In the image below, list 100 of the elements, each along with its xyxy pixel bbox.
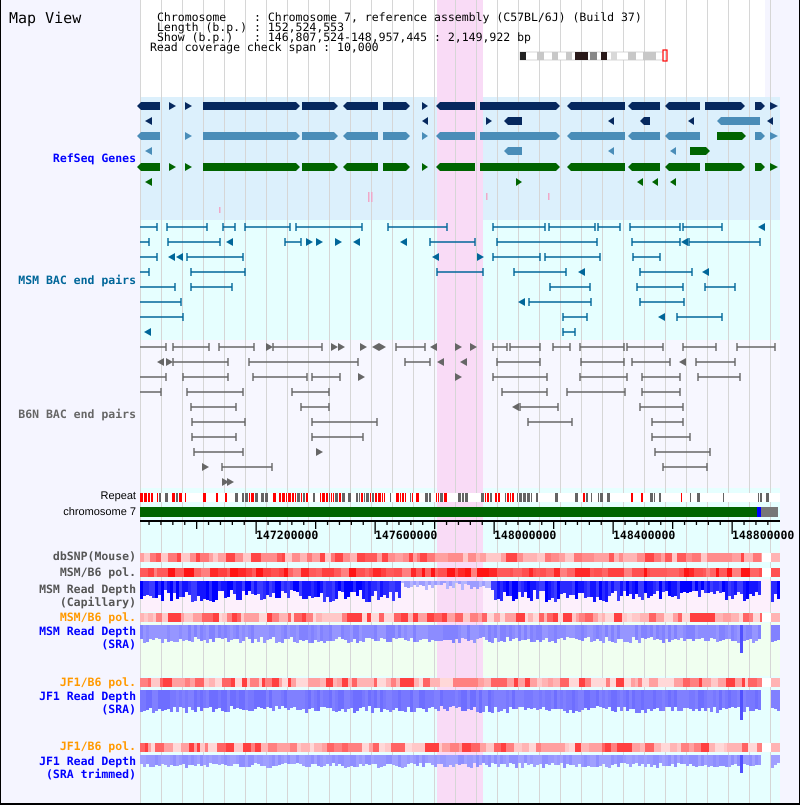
track-label: chromosome 7 [63, 506, 136, 518]
bac-end-pair [566, 387, 626, 397]
gene-feature [567, 163, 625, 171]
gene-feature [422, 163, 428, 171]
bac-end-marker [360, 343, 367, 351]
track-label: MSM Read Depth (SRA) [39, 624, 136, 650]
bac-end-pair [186, 252, 244, 262]
bac-end-pair [193, 447, 244, 457]
bac-end-marker [437, 358, 444, 366]
gene-feature [567, 102, 625, 110]
axis-tick-label: 148800000 [732, 528, 794, 542]
bac-end-pair [311, 372, 341, 382]
gene-feature [665, 102, 700, 110]
axis-tick-label: 147600000 [375, 528, 438, 542]
gene-feature [608, 117, 614, 125]
bac-end-pair [580, 357, 625, 367]
bac-end-pair [631, 237, 681, 247]
bac-end-pair [552, 342, 571, 352]
info-value: : 10,000 [323, 42, 379, 52]
gene-feature [628, 132, 660, 140]
info-label: Chromosome [157, 12, 226, 22]
bac-end-marker [679, 358, 686, 366]
bac-end-pair [244, 222, 291, 232]
bac-end-marker [226, 238, 233, 246]
bac-end-pair [682, 342, 717, 352]
gene-feature [665, 132, 700, 140]
info-label: Read coverage check span [150, 42, 316, 52]
bac-end-pair [139, 387, 162, 397]
bac-end-pair [562, 327, 576, 337]
info-value: : 146,807,524-148,957,445 : 2,149,922 bp [254, 32, 532, 42]
gene-feature [383, 132, 410, 140]
gene-feature [628, 163, 660, 171]
bac-end-pair [676, 312, 723, 322]
gene-feature [705, 102, 745, 110]
axis-tick-label: 148000000 [494, 528, 556, 542]
bac-end-pair [639, 267, 693, 277]
bac-end-pair [139, 267, 150, 277]
bac-end-pair [139, 222, 158, 232]
bac-end-marker [518, 298, 525, 306]
bac-end-marker [306, 238, 313, 246]
gene-feature [436, 102, 475, 110]
bac-end-marker [681, 238, 688, 246]
bac-end-pair [544, 252, 601, 262]
gene-feature [717, 132, 746, 140]
gene-feature [137, 163, 160, 171]
bac-end-marker [353, 238, 360, 246]
bac-end-pair [639, 402, 684, 412]
bac-end-marker [477, 253, 484, 261]
bac-end-pair [139, 372, 167, 382]
gene-feature [670, 178, 676, 186]
gene-feature [302, 132, 338, 140]
tick-mark [486, 193, 488, 200]
bac-end-pair [139, 312, 184, 322]
bac-end-marker [460, 358, 467, 366]
track-label: JF1 Read Depth (SRA) [39, 690, 136, 716]
bac-end-marker [157, 358, 164, 366]
bac-end-marker [144, 328, 151, 336]
bac-end-pair [166, 222, 208, 232]
bac-end-pair [167, 237, 221, 247]
bac-end-pair [139, 342, 167, 352]
axis-tick-label: 148400000 [613, 528, 676, 542]
bac-end-pair [641, 387, 681, 397]
bac-end-pair [579, 342, 625, 352]
gene-feature [343, 163, 378, 171]
gene-feature [504, 147, 522, 155]
gene-feature [145, 178, 152, 186]
info-value: : 152,524,553 [254, 22, 344, 32]
tick-mark [548, 193, 550, 200]
gene-feature [608, 147, 614, 155]
bac-end-marker [758, 223, 765, 231]
bac-end-pair [190, 267, 246, 277]
bac-end-pair [562, 312, 588, 322]
bac-end-pair [284, 237, 302, 247]
gene-feature [383, 163, 410, 171]
bac-end-pair [527, 417, 573, 427]
bac-end-marker [266, 343, 273, 351]
bac-end-pair [682, 222, 723, 232]
bac-end-pair [632, 252, 661, 262]
bac-end-pair [404, 357, 431, 367]
bac-end-pair [139, 297, 182, 307]
bac-end-pair [695, 357, 736, 367]
bac-end-marker [658, 313, 665, 321]
track-label: MSM/B6 pol. [60, 566, 136, 578]
gene-feature [169, 102, 176, 110]
track-label: JF1/B6 pol. [60, 676, 136, 688]
bac-end-pair [651, 417, 684, 427]
bac-end-marker [358, 373, 365, 381]
gene-feature [690, 147, 710, 155]
bac-end-pair [191, 432, 237, 442]
gene-feature [670, 147, 676, 155]
gene-feature [343, 102, 378, 110]
info-label: Length (b.p.) [157, 22, 248, 32]
tick-mark [219, 207, 220, 213]
bac-end-pair [492, 252, 541, 262]
bac-end-pair [272, 342, 323, 352]
info-value: : Chromosome 7, reference assembly (C57BL/6J) (Build 37) [254, 12, 642, 22]
bac-end-marker [470, 343, 477, 351]
bac-end-pair [311, 432, 364, 442]
bac-end-pair [139, 282, 176, 292]
bac-end-pair [436, 267, 484, 277]
